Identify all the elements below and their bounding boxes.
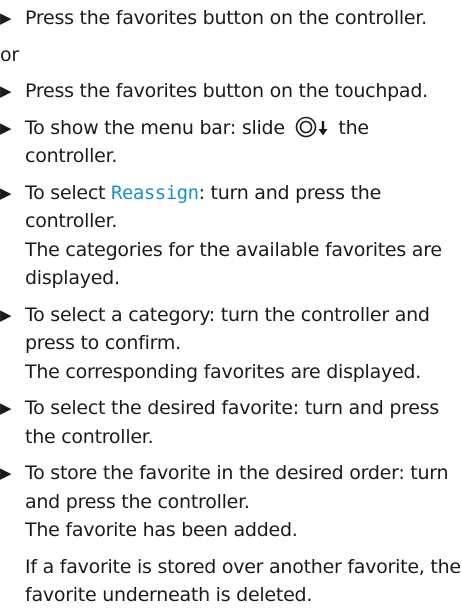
step-result: The categories for the available favorit… (25, 238, 442, 290)
step-arrow-icon: ▶ (0, 9, 12, 27)
step-arrow-icon: ▶ (0, 82, 12, 100)
controller-slide-down-icon (295, 116, 328, 137)
step-arrow-icon: ▶ (0, 464, 12, 482)
or-separator: or (0, 43, 19, 66)
step-text: To store the favorite in the desired ord… (25, 462, 449, 513)
step-press-favorites-controller: ▶ Press the favorites button on the cont… (0, 4, 462, 33)
step-arrow-icon: ▶ (0, 183, 12, 202)
step-result: The favorite has been added. (25, 519, 298, 541)
step-arrow-icon: ▶ (0, 399, 12, 417)
step-store-favorite: ▶ To store the favorite in the desired o… (0, 459, 462, 545)
step-select-category: ▶ To select a category: turn the control… (0, 301, 462, 387)
step-text: Press the favorites button on the touchp… (25, 80, 428, 102)
step-text: Press the favorites button on the contro… (25, 7, 427, 29)
step-text: To select a category: turn the controlle… (25, 303, 430, 355)
step-result: The corresponding favorites are displaye… (25, 360, 422, 383)
step-select-reassign: ▶ To select Reassign: turn and press the… (0, 179, 462, 293)
step-arrow-icon: ▶ (0, 118, 12, 137)
step-show-menu-bar: ▶ To show the menu bar: slide the contro… (0, 114, 462, 171)
step-arrow-icon: ▶ (0, 305, 12, 324)
instruction-page: ▶ Press the favorites button on the cont… (0, 0, 462, 606)
overwrite-note: If a favorite is stored over another fav… (25, 555, 461, 607)
step-text: To select the desired favorite: turn and… (25, 397, 440, 448)
step-text-before: To show the menu bar: slide (25, 116, 291, 139)
step-press-favorites-touchpad: ▶ Press the favorites button on the touc… (0, 77, 462, 106)
step-select-favorite: ▶ To select the desired favorite: turn a… (0, 394, 462, 451)
menu-item-reassign: Reassign (111, 181, 199, 204)
step-text-before: To select (25, 181, 112, 204)
